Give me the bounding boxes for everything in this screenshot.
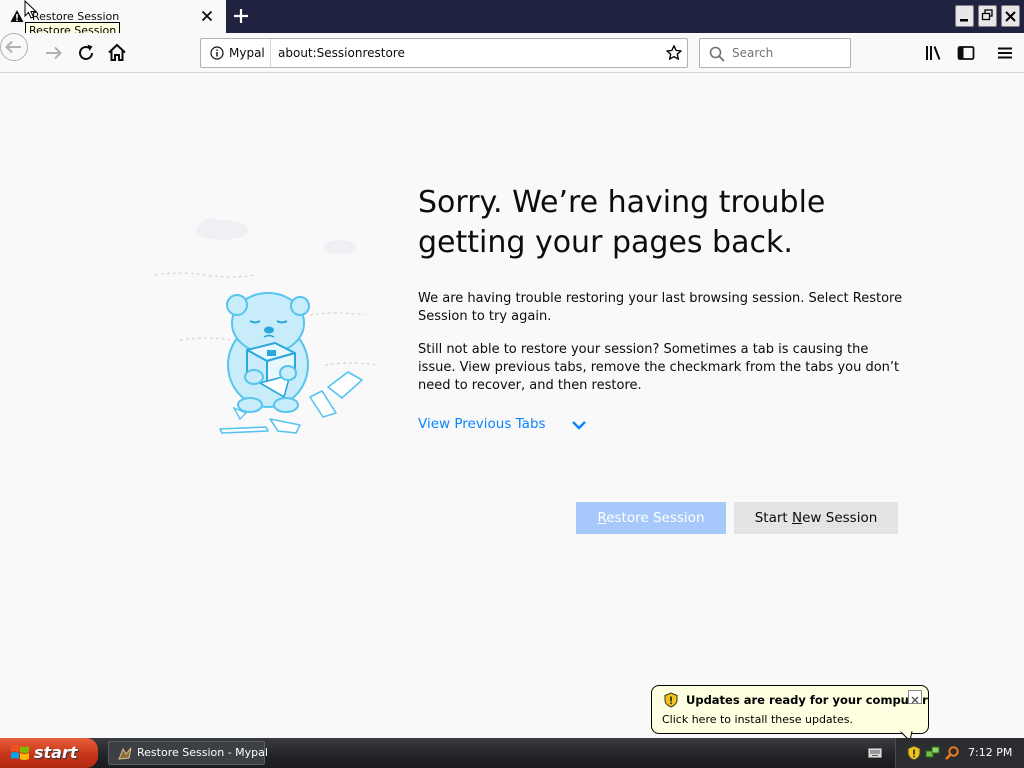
minimize-button[interactable] <box>955 5 974 27</box>
restore-description: We are having trouble restoring your las… <box>418 291 903 324</box>
system-tray: 7:12 PM <box>895 738 1024 768</box>
url-bar[interactable]: Mypal about:Sessionrestore <box>200 38 688 68</box>
search-input[interactable] <box>732 44 844 62</box>
restore-window-icon <box>981 9 993 21</box>
new-tab-plus-icon[interactable] <box>230 5 252 27</box>
close-window-button[interactable] <box>1001 5 1020 27</box>
view-previous-tabs-link[interactable]: View Previous Tabs <box>418 416 546 432</box>
taskbar-item-label: Restore Session - Mypal <box>137 746 268 759</box>
network-icon[interactable] <box>925 745 941 761</box>
sad-bear-illustration <box>154 218 376 434</box>
security-shield-icon <box>664 692 678 708</box>
start-new-session-button[interactable]: Start New Session <box>734 502 898 534</box>
restore-session-button[interactable]: Restore Session <box>576 502 726 534</box>
home-icon[interactable] <box>105 41 129 65</box>
library-icon[interactable] <box>922 41 946 65</box>
restore-label-rest: estore Session <box>606 510 705 526</box>
star-icon[interactable] <box>665 44 683 62</box>
start-button[interactable]: start <box>0 738 98 768</box>
site-identity-button[interactable]: Mypal <box>201 39 271 67</box>
mypal-app-icon <box>118 747 132 760</box>
updates-notification-balloon[interactable]: Updates are ready for your computer Clic… <box>651 685 929 734</box>
forward-button-arrow-right-icon[interactable] <box>42 41 66 65</box>
search-icon[interactable] <box>944 745 960 761</box>
balloon-title: Updates are ready for your computer <box>686 693 928 707</box>
mouse-cursor-icon <box>24 0 38 19</box>
search-icon <box>709 46 725 62</box>
tab-strip: Restore Session <box>0 0 1024 33</box>
balloon-close-button[interactable] <box>908 690 922 704</box>
restore-window-button[interactable] <box>978 5 997 27</box>
keyboard-icon[interactable] <box>868 748 882 758</box>
close-icon <box>911 696 919 704</box>
url-text[interactable]: about:Sessionrestore <box>278 46 405 60</box>
restore-help-text: Still not able to restore your session? … <box>418 342 900 393</box>
close-icon[interactable] <box>199 8 215 24</box>
balloon-message[interactable]: Click here to install these updates. <box>662 713 853 726</box>
arrow-left-icon <box>5 40 21 54</box>
identity-label: Mypal <box>229 46 265 60</box>
security-shield-icon[interactable] <box>906 745 922 761</box>
minimize-icon <box>960 19 968 22</box>
restore-mnemonic: R <box>597 510 607 526</box>
close-window-icon <box>1005 11 1016 22</box>
new-session-label-before: Start <box>754 510 792 526</box>
start-label: start <box>34 743 78 762</box>
info-icon <box>210 46 224 60</box>
navigation-toolbar: Mypal about:Sessionrestore <box>0 33 1024 73</box>
back-button[interactable] <box>0 33 28 61</box>
taskbar-item-mypal[interactable]: Restore Session - Mypal <box>108 741 268 765</box>
page-title: Sorry. We’re having trouble getting your… <box>418 185 826 260</box>
chevron-down-icon[interactable] <box>571 419 587 431</box>
search-bar[interactable] <box>699 38 851 68</box>
reload-icon[interactable] <box>74 41 98 65</box>
new-session-mnemonic: N <box>792 510 803 526</box>
windows-logo-icon <box>11 745 29 760</box>
sidebar-icon[interactable] <box>954 41 978 65</box>
clock: 7:12 PM <box>968 746 1013 759</box>
warning-icon <box>10 10 24 22</box>
hamburger-menu-icon[interactable] <box>993 41 1017 65</box>
taskbar: start Restore Session - Mypal 7:12 PM <box>0 738 1024 768</box>
new-session-label-after: ew Session <box>802 510 878 526</box>
